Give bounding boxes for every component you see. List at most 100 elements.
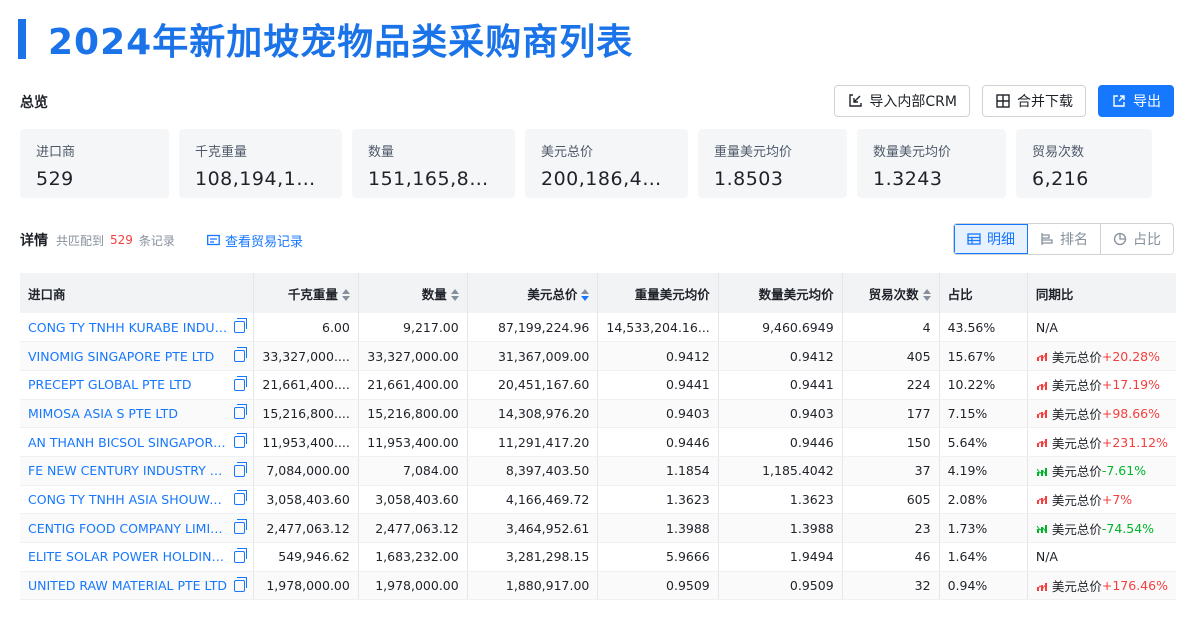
trades-cell: 224: [842, 370, 940, 400]
stat-value: 6,216: [1032, 168, 1089, 190]
col-header-weight[interactable]: 千克重量: [253, 273, 359, 313]
copy-icon[interactable]: [234, 375, 248, 391]
trend-up-icon: [1036, 582, 1048, 591]
trades-cell: 46: [842, 542, 940, 572]
trend-down-icon: [1036, 467, 1048, 476]
company-name-link[interactable]: CENTIG FOOD COMPANY LIMITED: [28, 521, 228, 536]
tab-ranking[interactable]: 排名: [1028, 224, 1101, 254]
weight-avg-cell: 14,533,204.16...: [597, 313, 719, 343]
company-cell[interactable]: ELITE SOLAR POWER HOLDING ...: [20, 542, 255, 572]
export-button[interactable]: 导出: [1098, 85, 1174, 117]
quantity-cell: 9,217.00: [358, 313, 468, 343]
qty-avg-cell: 0.9403: [718, 399, 843, 429]
total-usd-cell: 3,281,298.15: [467, 542, 599, 572]
company-name-link[interactable]: FE NEW CENTURY INDUSTRY SI...: [28, 463, 228, 478]
quantity-cell: 11,953,400.00: [358, 427, 468, 457]
table-icon: [967, 233, 981, 245]
company-cell[interactable]: AN THANH BICSOL SINGAPORE ...: [20, 427, 255, 457]
share-cell: 15.67%: [939, 341, 1028, 371]
copy-icon[interactable]: [234, 547, 248, 563]
import-crm-button[interactable]: 导入内部CRM: [834, 85, 970, 117]
table-row: CONG TY TNHH KURABE INDUS... 6.00 9,217.…: [20, 313, 1176, 343]
col-header-trades[interactable]: 贸易次数: [842, 273, 940, 313]
page-title: 2024年新加坡宠物品类采购商列表: [18, 16, 633, 63]
sort-icon[interactable]: [341, 289, 350, 301]
company-cell[interactable]: CONG TY TNHH KURABE INDUS...: [20, 313, 255, 343]
table-row: PRECEPT GLOBAL PTE LTD 21,661,400.... 21…: [20, 370, 1176, 400]
company-name-link[interactable]: MIMOSA ASIA S PTE LTD: [28, 406, 178, 421]
company-cell[interactable]: PRECEPT GLOBAL PTE LTD: [20, 370, 255, 400]
stat-card-trades: 贸易次数 6,216: [1016, 129, 1152, 198]
sort-icon[interactable]: [922, 289, 931, 301]
company-name-link[interactable]: AN THANH BICSOL SINGAPORE ...: [28, 435, 228, 450]
yoy-metric: 美元总价: [1051, 464, 1102, 480]
company-cell[interactable]: CONG TY TNHH ASIA SHOUWA ...: [20, 485, 255, 515]
export-label: 导出: [1133, 94, 1161, 110]
weight-avg-cell: 0.9509: [597, 571, 719, 601]
copy-icon[interactable]: [234, 461, 248, 477]
company-cell[interactable]: UNITED RAW MATERIAL PTE LTD: [20, 571, 255, 601]
company-name-link[interactable]: UNITED RAW MATERIAL PTE LTD: [28, 578, 227, 593]
stat-card-importers: 进口商 529: [20, 129, 169, 198]
quantity-cell: 2,477,063.12: [358, 513, 468, 543]
trend-up-icon: [1036, 438, 1048, 448]
quantity-cell: 15,216,800.00: [358, 399, 468, 429]
stat-card-qty-avg: 数量美元均价 1.3243: [857, 129, 1006, 198]
trend-up-icon: [1036, 381, 1048, 390]
stat-value: 1.8503: [714, 168, 784, 190]
copy-icon[interactable]: [234, 404, 248, 420]
view-trade-records-link[interactable]: 查看贸易记录: [206, 231, 303, 250]
trend-up-icon: [1036, 410, 1048, 419]
trades-cell: 150: [842, 427, 940, 457]
overview-label: 总览: [20, 95, 48, 111]
copy-icon[interactable]: [234, 318, 248, 334]
import-icon: [849, 94, 863, 107]
qty-avg-cell: 1,185.4042: [718, 456, 843, 486]
detail-meta-suffix: 条记录: [138, 233, 175, 248]
copy-icon[interactable]: [234, 576, 248, 592]
tab-detail[interactable]: 明细: [954, 224, 1028, 254]
company-name-link[interactable]: ELITE SOLAR POWER HOLDING ...: [28, 549, 228, 564]
yoy-value: -7.61%: [1101, 463, 1147, 479]
title-accent-bar: [18, 19, 26, 59]
weight-avg-cell: 1.1854: [597, 456, 719, 486]
copy-icon[interactable]: [234, 490, 248, 506]
merge-download-button[interactable]: 合并下载: [982, 85, 1086, 117]
weight-cell: 15,216,800....: [253, 399, 359, 429]
stat-value: 200,186,416...: [541, 168, 672, 190]
sort-icon[interactable]: [450, 289, 459, 301]
table-row: CENTIG FOOD COMPANY LIMITED 2,477,063.12…: [20, 513, 1176, 543]
stat-label: 重量美元均价: [714, 145, 793, 160]
trades-cell: 37: [842, 456, 940, 486]
company-cell[interactable]: MIMOSA ASIA S PTE LTD: [20, 399, 255, 429]
col-header-quantity[interactable]: 数量: [358, 273, 468, 313]
company-cell[interactable]: CENTIG FOOD COMPANY LIMITED: [20, 513, 255, 543]
qty-avg-cell: 0.9509: [718, 571, 843, 601]
company-cell[interactable]: VINOMIG SINGAPORE PTE LTD: [20, 341, 255, 371]
trades-cell: 177: [842, 399, 940, 429]
stat-card-quantity: 数量 151,165,878...: [352, 129, 515, 198]
company-name-link[interactable]: CONG TY TNHH KURABE INDUS...: [28, 320, 228, 335]
copy-icon[interactable]: [234, 433, 248, 449]
company-name-link[interactable]: VINOMIG SINGAPORE PTE LTD: [28, 349, 214, 364]
weight-cell: 2,477,063.12: [253, 513, 359, 543]
share-cell: 43.56%: [939, 313, 1028, 343]
stat-value: 1.3243: [873, 168, 943, 190]
weight-avg-cell: 5.9666: [597, 542, 719, 572]
col-header-label: 美元总价: [527, 286, 578, 302]
col-header-total-usd[interactable]: 美元总价: [467, 273, 599, 313]
company-name-link[interactable]: CONG TY TNHH ASIA SHOUWA ...: [28, 492, 228, 507]
stat-label: 数量美元均价: [873, 145, 952, 160]
trades-cell: 23: [842, 513, 940, 543]
pie-icon: [1113, 232, 1127, 246]
company-cell[interactable]: FE NEW CENTURY INDUSTRY SI...: [20, 456, 255, 486]
qty-avg-cell: 1.3623: [718, 485, 843, 515]
tab-share[interactable]: 占比: [1101, 224, 1173, 254]
sort-desc-icon[interactable]: [581, 289, 590, 301]
toolbar: 导入内部CRM 合并下载 导出: [834, 85, 1174, 117]
copy-icon[interactable]: [234, 519, 248, 535]
total-usd-cell: 8,397,403.50: [467, 456, 599, 486]
company-name-link[interactable]: PRECEPT GLOBAL PTE LTD: [28, 377, 192, 392]
yoy-cell: 美元总价 +20.28%: [1027, 341, 1176, 371]
copy-icon[interactable]: [234, 347, 248, 363]
